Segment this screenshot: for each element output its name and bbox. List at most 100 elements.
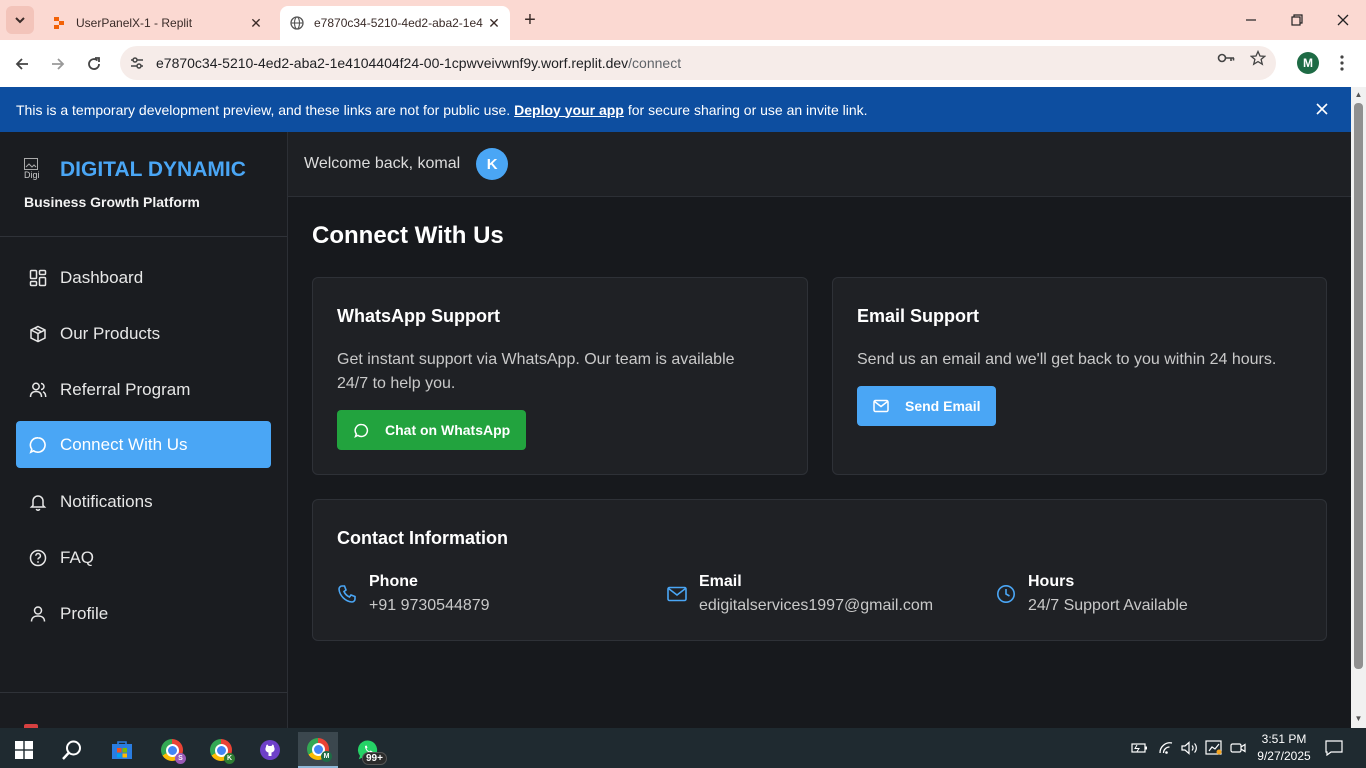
windows-logo-icon	[15, 741, 33, 759]
whatsapp-support-card: WhatsApp Support Get instant support via…	[312, 277, 808, 475]
send-email-button[interactable]: Send Email	[857, 386, 997, 426]
reload-button[interactable]	[80, 50, 108, 78]
search-icon	[62, 740, 81, 760]
chrome-profile-s-button[interactable]: S	[152, 732, 192, 768]
whatsapp-taskbar-button[interactable]: 99+	[348, 732, 388, 768]
chrome-profile-k-button[interactable]: K	[201, 732, 241, 768]
banner-close-icon[interactable]	[1313, 100, 1331, 118]
button-label: Send Email	[905, 398, 981, 414]
sidebar-item-connect[interactable]: Connect With Us	[16, 421, 271, 468]
close-window-button[interactable]	[1320, 0, 1366, 40]
microsoft-store-button[interactable]	[102, 732, 142, 768]
browser-tab-strip: UserPanelX-1 - Replit ✕ e7870c34-5210-4e…	[0, 0, 1366, 40]
password-key-icon[interactable]	[1216, 48, 1236, 68]
network-status-icon[interactable]	[1204, 732, 1224, 764]
sidebar-item-referral[interactable]: Referral Program	[16, 366, 271, 413]
battery-charging-icon[interactable]	[1130, 732, 1150, 764]
url-text: e7870c34-5210-4ed2-aba2-1e4104404f24-00-…	[156, 55, 681, 71]
browser-tab-active[interactable]: e7870c34-5210-4ed2-aba2-1e4 ✕	[280, 6, 510, 40]
page-scrollbar[interactable]: ▲ ▼	[1351, 87, 1366, 728]
welcome-text: Welcome back, komal	[304, 155, 461, 172]
forward-button[interactable]	[44, 50, 72, 78]
minimize-button[interactable]	[1228, 0, 1274, 40]
notification-center-icon[interactable]	[1322, 732, 1346, 764]
sidebar-item-notifications[interactable]: Notifications	[16, 478, 271, 525]
deploy-app-link[interactable]: Deploy your app	[514, 102, 624, 118]
volume-icon[interactable]	[1180, 732, 1200, 764]
app-header: Welcome back, komal K	[288, 132, 1351, 197]
url-path: /connect	[628, 55, 682, 71]
sidebar-divider	[0, 236, 287, 237]
tab-title: e7870c34-5210-4ed2-aba2-1e4	[314, 16, 483, 30]
phone-label: Phone	[369, 573, 418, 590]
email-card-description: Send us an email and we'll get back to y…	[857, 351, 1277, 368]
banner-text-after: for secure sharing or use an invite link…	[627, 101, 868, 118]
email-card-title: Email Support	[857, 306, 980, 326]
wifi-icon[interactable]	[1156, 732, 1176, 764]
hours-value: 24/7 Support Available	[1028, 597, 1188, 614]
sidebar-item-dashboard[interactable]: Dashboard	[16, 254, 271, 301]
back-button[interactable]	[8, 50, 36, 78]
bell-icon	[28, 492, 48, 512]
taskbar-clock[interactable]: 3:51 PM 9/27/2025	[1254, 731, 1314, 765]
arrow-left-icon	[15, 58, 28, 70]
meet-now-icon[interactable]	[1228, 732, 1248, 764]
browser-tab-replit[interactable]: UserPanelX-1 - Replit ✕	[40, 6, 272, 40]
phone-value[interactable]: +91 9730544879	[369, 592, 490, 620]
browser-toolbar: e7870c34-5210-4ed2-aba2-1e4104404f24-00-…	[0, 40, 1366, 87]
sidebar-item-profile[interactable]: Profile	[16, 590, 271, 637]
brand-name: DIGITAL DYNAMIC	[60, 158, 246, 181]
mail-icon	[667, 584, 687, 604]
sidebar-item-faq[interactable]: FAQ	[16, 534, 271, 581]
brand-logo-alt: Digi	[24, 170, 40, 180]
store-icon	[112, 741, 132, 759]
chat-icon	[353, 422, 369, 438]
contact-email: Email edigitalservices1997@gmail.com	[667, 572, 933, 620]
chrome-profile-badge: K	[224, 753, 235, 764]
user-icon	[28, 604, 48, 624]
sidebar-item-label: Dashboard	[60, 267, 144, 287]
clock-date: 9/27/2025	[1257, 749, 1311, 763]
restore-icon	[1291, 14, 1303, 26]
sidebar-item-label: FAQ	[60, 547, 95, 567]
url-host: e7870c34-5210-4ed2-aba2-1e4104404f24-00-…	[156, 55, 629, 71]
help-circle-icon	[28, 548, 48, 568]
close-tab-icon[interactable]: ✕	[484, 13, 504, 33]
more-menu-icon[interactable]	[1334, 52, 1350, 74]
contact-information-card: Contact Information Phone +91 9730544879…	[312, 499, 1327, 641]
sidebar-item-label: Referral Program	[60, 379, 191, 399]
github-desktop-button[interactable]	[250, 732, 290, 768]
taskbar: S K M 99+ 3:51 PM 9/27/2025	[0, 728, 1366, 768]
chevron-down-icon	[15, 17, 25, 24]
email-label: Email	[699, 573, 742, 590]
unread-count-badge: 99+	[362, 752, 387, 765]
scroll-down-icon[interactable]: ▼	[1354, 714, 1363, 723]
sidebar-item-label: Connect With Us	[60, 434, 188, 454]
close-tab-icon[interactable]: ✕	[246, 13, 266, 33]
browser-profile-avatar[interactable]: M	[1297, 52, 1319, 74]
chrome-profile-m-button[interactable]: M	[298, 732, 338, 768]
scrollbar-thumb[interactable]	[1354, 103, 1363, 669]
clock-icon	[996, 584, 1016, 604]
bookmark-star-icon[interactable]	[1248, 48, 1268, 68]
start-button[interactable]	[4, 732, 44, 768]
new-tab-button[interactable]: +	[518, 8, 542, 32]
phone-icon	[337, 584, 357, 604]
taskbar-search-button[interactable]	[52, 732, 92, 768]
site-settings-icon[interactable]	[120, 46, 154, 80]
scroll-up-icon[interactable]: ▲	[1354, 90, 1363, 99]
avatar[interactable]: K	[476, 148, 509, 180]
banner-text: This is a temporary development preview,…	[16, 101, 511, 118]
clock-time: 3:51 PM	[1261, 732, 1307, 746]
sidebar-item-products[interactable]: Our Products	[16, 310, 271, 357]
whatsapp-desc-line2: 24/7 to help you.	[337, 375, 456, 392]
email-value[interactable]: edigitalservices1997@gmail.com	[699, 592, 933, 620]
whatsapp-card-title: WhatsApp Support	[337, 306, 500, 326]
chrome-profile-badge: M	[321, 751, 332, 762]
tab-search-button[interactable]	[6, 6, 34, 34]
restore-button[interactable]	[1274, 0, 1320, 40]
main-content: Connect With Us WhatsApp Support Get ins…	[288, 197, 1351, 728]
address-bar[interactable]: e7870c34-5210-4ed2-aba2-1e4104404f24-00-…	[120, 46, 1276, 80]
close-icon	[1337, 14, 1349, 26]
chat-on-whatsapp-button[interactable]: Chat on WhatsApp	[337, 410, 527, 450]
